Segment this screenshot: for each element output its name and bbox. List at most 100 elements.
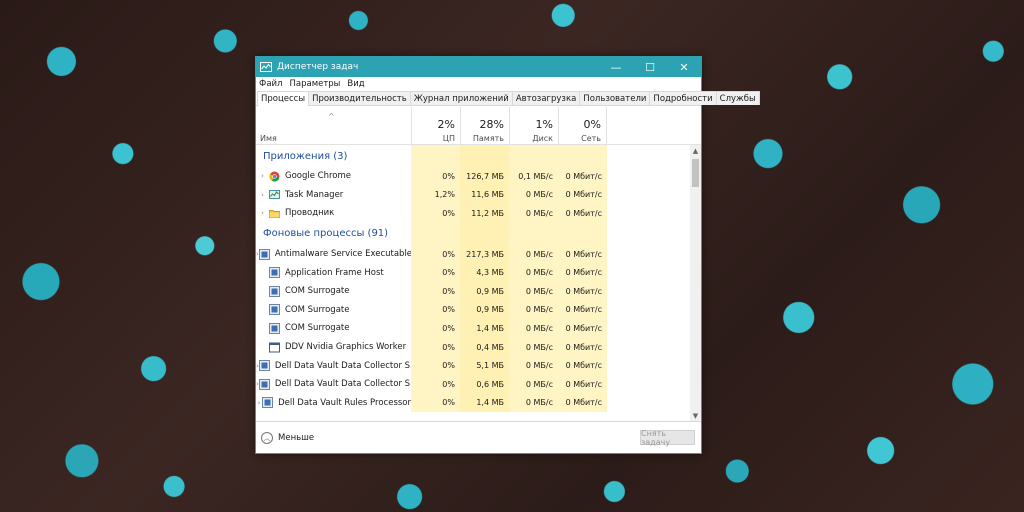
process-table: ^ Имя 2% ЦП 28% Память 1% Диск 0% Сеть П… — [256, 107, 701, 421]
table-row[interactable]: › Dell Data Vault Data Collector S... 0% 0,… — [256, 374, 701, 394]
disk-value: 0 МБ/с — [509, 393, 558, 413]
scroll-up-icon[interactable]: ▲ — [690, 145, 701, 156]
column-name-header[interactable]: ^ Имя — [256, 107, 411, 144]
group-background[interactable]: Фоновые процессы (91) — [256, 222, 701, 245]
title-bar[interactable]: Диспетчер задач — ☐ ✕ — [256, 57, 701, 77]
minimize-button[interactable]: — — [599, 57, 633, 77]
table-row[interactable]: › Проводник 0% 11,2 МБ 0 МБ/с 0 Мбит/с — [256, 204, 701, 223]
service-icon — [258, 378, 270, 390]
menu-bar: Файл Параметры Вид — [256, 77, 701, 91]
tab-processes[interactable]: Процессы — [257, 91, 310, 106]
disk-value: 0 МБ/с — [509, 319, 558, 338]
process-name-cell: COM Surrogate — [256, 285, 411, 297]
table-header: ^ Имя 2% ЦП 28% Память 1% Диск 0% Сеть — [256, 107, 701, 145]
cpu-value: 0% — [411, 204, 460, 223]
maximize-button[interactable]: ☐ — [633, 57, 667, 77]
memory-value: 11,2 МБ — [460, 204, 509, 223]
menu-file[interactable]: Файл — [259, 79, 282, 89]
fewer-details-label: Меньше — [278, 432, 315, 443]
memory-value: 0,9 МБ — [460, 300, 509, 320]
disk-value: 0 МБ/с — [509, 281, 558, 301]
cpu-value: 1,2% — [411, 185, 460, 205]
group-apps[interactable]: Приложения (3) — [256, 145, 701, 167]
menu-options[interactable]: Параметры — [289, 79, 340, 89]
process-name-cell: › Antimalware Service Executable — [256, 248, 411, 260]
expand-chevron-icon[interactable]: › — [256, 209, 269, 217]
task-manager-icon — [269, 190, 280, 200]
disk-value: 0,1 МБ/с — [509, 167, 558, 186]
vertical-scrollbar[interactable]: ▲ ▼ — [690, 145, 701, 421]
disk-value: 0 МБ/с — [509, 356, 558, 375]
process-name-cell: › Dell Data Vault Data Collector S... — [256, 378, 411, 390]
tab-startup[interactable]: Автозагрузка — [511, 91, 581, 105]
table-row[interactable]: COM Surrogate 0% 0,9 МБ 0 МБ/с 0 Мбит/с — [256, 300, 701, 320]
process-name-cell: › Проводник — [256, 208, 411, 219]
tab-app-history[interactable]: Журнал приложений — [409, 91, 513, 105]
memory-value: 0,4 МБ — [460, 337, 509, 357]
chevron-up-icon: ︿ — [261, 431, 273, 444]
menu-view[interactable]: Вид — [347, 79, 364, 89]
disk-value: 0 МБ/с — [509, 374, 558, 394]
process-name-cell: › Google Chrome — [256, 171, 411, 182]
tab-performance[interactable]: Производительность — [308, 91, 411, 105]
fewer-details-button[interactable]: ︿ Меньше — [261, 431, 315, 444]
cpu-total: 2% — [437, 118, 455, 131]
process-name: COM Surrogate — [285, 286, 350, 297]
cpu-value: 0% — [411, 337, 460, 357]
tab-services[interactable]: Службы — [715, 91, 760, 105]
table-row[interactable]: › Task Manager 1,2% 11,6 МБ 0 МБ/с 0 Мбит/с — [256, 185, 701, 205]
memory-label: Память — [472, 134, 504, 143]
table-row[interactable]: › Dell Data Vault Data Collector S... 0% 5,… — [256, 356, 701, 375]
scroll-down-icon[interactable]: ▼ — [690, 410, 701, 421]
tab-users[interactable]: Пользователи — [579, 91, 651, 105]
memory-value: 11,6 МБ — [460, 185, 509, 205]
process-name: Application Frame Host — [285, 267, 384, 278]
process-name: Google Chrome — [285, 171, 352, 182]
expand-chevron-icon[interactable]: › — [256, 191, 269, 199]
cpu-value: 0% — [411, 374, 460, 394]
service-icon — [258, 360, 270, 372]
close-button[interactable]: ✕ — [667, 57, 701, 77]
process-name: COM Surrogate — [285, 304, 350, 315]
process-name: COM Surrogate — [285, 323, 350, 334]
tab-details[interactable]: Подробности — [649, 91, 717, 105]
table-row[interactable]: DDV Nvidia Graphics Worker 0% 0,4 МБ 0 МБ/с… — [256, 337, 701, 357]
end-task-button[interactable]: Снять задачу — [640, 429, 695, 447]
table-row[interactable]: › Antimalware Service Executable 0% 217,3 М… — [256, 244, 701, 264]
window-title: Диспетчер задач — [277, 62, 359, 72]
process-name: Dell Data Vault Data Collector S... — [274, 379, 411, 390]
service-icon — [258, 248, 270, 260]
scroll-thumb[interactable] — [692, 159, 699, 187]
disk-label: Диск — [532, 134, 553, 143]
memory-value: 126,7 МБ — [460, 167, 509, 186]
sort-up-icon: ^ — [328, 112, 335, 121]
network-value: 0 Мбит/с — [558, 204, 607, 223]
cpu-value: 0% — [411, 300, 460, 320]
table-row[interactable]: Application Frame Host 0% 4,3 МБ 0 МБ/с 0 Мб… — [256, 263, 701, 282]
disk-value: 0 МБ/с — [509, 244, 558, 264]
table-row[interactable]: COM Surrogate 0% 0,9 МБ 0 МБ/с 0 Мбит/с — [256, 281, 701, 301]
minimize-icon: — — [610, 60, 622, 74]
expand-chevron-icon[interactable]: › — [256, 172, 269, 180]
disk-value: 0 МБ/с — [509, 300, 558, 320]
process-name: DDV Nvidia Graphics Worker — [285, 342, 407, 353]
process-name-cell: Application Frame Host — [256, 267, 411, 279]
network-label: Сеть — [581, 134, 601, 143]
service-icon — [269, 304, 280, 316]
memory-value: 5,1 МБ — [460, 356, 509, 375]
column-disk-header[interactable]: 1% Диск — [509, 107, 558, 144]
table-row[interactable]: › Dell Data Vault Rules Processor 0% 1,4 МБ… — [256, 393, 701, 413]
column-network-header[interactable]: 0% Сеть — [558, 107, 607, 144]
process-name-cell: › Dell Data Vault Data Collector S... — [256, 360, 411, 372]
disk-value: 0 МБ/с — [509, 337, 558, 357]
table-row[interactable]: › Google Chrome 0% 126,7 МБ 0,1 МБ/с 0 Мбит/с — [256, 167, 701, 186]
column-memory-header[interactable]: 28% Память — [460, 107, 509, 144]
network-value: 0 Мбит/с — [558, 393, 607, 413]
process-name: Dell Data Vault Data Collector S... — [274, 360, 411, 371]
table-row[interactable]: COM Surrogate 0% 1,4 МБ 0 МБ/с 0 Мбит/с — [256, 319, 701, 338]
network-value: 0 Мбит/с — [558, 263, 607, 282]
service-icon — [262, 397, 274, 409]
process-name-cell: COM Surrogate — [256, 322, 411, 334]
cpu-value: 0% — [411, 319, 460, 338]
column-cpu-header[interactable]: 2% ЦП — [411, 107, 460, 144]
